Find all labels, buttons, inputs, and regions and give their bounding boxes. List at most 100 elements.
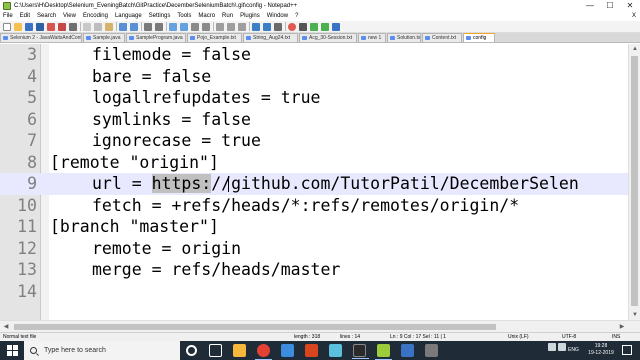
close-document-button[interactable]: X: [632, 11, 636, 21]
eclipse-icon[interactable]: [281, 344, 294, 357]
undo-icon[interactable]: [119, 22, 127, 31]
zoom-in-icon[interactable]: [169, 22, 177, 31]
find-icon[interactable]: [144, 22, 152, 31]
tab-document[interactable]: Content.txt: [422, 33, 462, 42]
chrome-icon[interactable]: [255, 344, 272, 360]
line-number: 8: [27, 152, 37, 172]
code-line: 4 bare = false: [0, 66, 628, 88]
status-file-type: Normal text file: [3, 334, 37, 340]
line-number: 5: [27, 88, 37, 107]
horizontal-scrollbar[interactable]: ◀ ▶: [0, 320, 640, 332]
folder-workspace-icon[interactable]: [274, 22, 282, 31]
toolbar-separator: [249, 22, 250, 31]
clock-time: 19:28: [594, 343, 608, 349]
command-prompt-icon[interactable]: [352, 344, 369, 359]
notepadpp-taskbar-icon[interactable]: [375, 344, 392, 360]
status-encoding[interactable]: UTF-8: [562, 333, 576, 341]
taskbar-search-box[interactable]: Type here to search: [24, 341, 180, 360]
paste-icon[interactable]: [105, 22, 113, 31]
function-list-icon[interactable]: [263, 22, 271, 31]
app-icon[interactable]: [329, 344, 342, 357]
tab-document[interactable]: Sample.java: [83, 33, 125, 42]
menu-settings[interactable]: Settings: [149, 13, 171, 19]
indent-guide-icon[interactable]: [238, 22, 246, 31]
close-all-icon[interactable]: [58, 22, 66, 31]
menu-file[interactable]: File: [3, 13, 13, 19]
maximize-button[interactable]: ☐: [600, 0, 620, 11]
line-number: 6: [27, 109, 37, 129]
tab-document[interactable]: SampleProgram.java: [126, 33, 186, 42]
save-macro-icon[interactable]: [332, 22, 340, 31]
horizontal-scroll-thumb[interactable]: [14, 324, 496, 330]
save-all-icon[interactable]: [36, 22, 44, 31]
tab-document[interactable]: String_Aug24.txt: [243, 33, 298, 42]
text-editor[interactable]: 3 filemode = false 4 bare = false 5 loga…: [0, 44, 628, 320]
code-line: 11 [branch "master"]: [0, 216, 628, 238]
cut-icon[interactable]: [83, 22, 91, 31]
line-number: 11: [17, 217, 37, 236]
menu-language[interactable]: Language: [115, 13, 142, 19]
sync-scroll-icon[interactable]: [191, 22, 199, 31]
replace-icon[interactable]: [155, 22, 163, 31]
taskbar-clock[interactable]: 19:28 19-12-2019: [586, 343, 616, 357]
windows-start-icon[interactable]: [0, 341, 24, 360]
minimize-button[interactable]: —: [580, 0, 600, 11]
menu-window[interactable]: Window: [267, 13, 288, 19]
tab-document[interactable]: Pojo_Example.txt: [187, 33, 242, 42]
scroll-up-arrow-icon[interactable]: ▲: [629, 44, 640, 54]
status-lines: lines : 14: [340, 334, 361, 340]
tab-document[interactable]: Solution.txt: [387, 33, 421, 42]
play-macro-icon[interactable]: [310, 22, 318, 31]
scroll-down-arrow-icon[interactable]: ▼: [629, 310, 640, 320]
tab-document[interactable]: new 1: [358, 33, 386, 42]
file-explorer-icon[interactable]: [233, 344, 246, 357]
menu-edit[interactable]: Edit: [20, 13, 30, 19]
app-icon[interactable]: [401, 344, 414, 357]
line-text: symlinks = false: [92, 109, 251, 129]
show-all-chars-icon[interactable]: [227, 22, 235, 31]
code-line: 7 ignorecase = true: [0, 130, 628, 152]
print-icon[interactable]: [69, 22, 77, 31]
new-file-icon[interactable]: [3, 22, 11, 31]
close-file-icon[interactable]: [47, 22, 55, 31]
doc-map-icon[interactable]: [252, 22, 260, 31]
task-view-icon[interactable]: [209, 344, 222, 357]
open-folder-icon[interactable]: [14, 22, 22, 31]
selected-text: https:: [151, 174, 212, 193]
status-eol[interactable]: Unix (LF): [508, 333, 529, 341]
vertical-scrollbar[interactable]: ▲ ▼: [628, 44, 640, 320]
redo-icon[interactable]: [130, 22, 138, 31]
menu-macro[interactable]: Macro: [198, 13, 215, 19]
sync-horizontal-icon[interactable]: [202, 22, 210, 31]
run-macro-multiple-icon[interactable]: [321, 22, 329, 31]
code-line: 3 filemode = false: [0, 44, 628, 66]
notifications-icon[interactable]: [622, 345, 632, 355]
save-icon[interactable]: [25, 22, 33, 31]
copy-icon[interactable]: [94, 22, 102, 31]
word-wrap-icon[interactable]: [216, 22, 224, 31]
current-code-line: 9 url = https://github.com/TutorPatil/De…: [0, 173, 628, 195]
menu-plugins[interactable]: Plugins: [240, 13, 260, 19]
app-icon[interactable]: [425, 344, 438, 357]
line-text: remote = origin: [92, 238, 242, 258]
tab-config-active[interactable]: config: [463, 33, 495, 42]
network-icon[interactable]: [548, 343, 556, 351]
tab-document[interactable]: Acg_30-Session.txt: [299, 33, 357, 42]
tab-document[interactable]: Selenium 2 - JavaWaitsAndConfig.txt: [0, 33, 82, 42]
stop-macro-icon[interactable]: [299, 22, 307, 31]
menu-run[interactable]: Run: [222, 13, 233, 19]
vertical-scroll-thumb[interactable]: [631, 56, 638, 306]
menu-encoding[interactable]: Encoding: [83, 13, 108, 19]
close-button[interactable]: ✕: [620, 0, 640, 11]
git-icon[interactable]: [305, 344, 318, 357]
zoom-out-icon[interactable]: [180, 22, 188, 31]
volume-icon[interactable]: [558, 343, 566, 351]
menu-help[interactable]: ?: [295, 13, 298, 19]
cortana-icon[interactable]: [186, 345, 197, 356]
notepadpp-app-icon: [3, 1, 11, 10]
menu-view[interactable]: View: [63, 13, 76, 19]
language-indicator[interactable]: ENG: [568, 341, 579, 360]
record-macro-icon[interactable]: [288, 22, 296, 31]
menu-tools[interactable]: Tools: [177, 13, 191, 19]
menu-search[interactable]: Search: [37, 13, 56, 19]
